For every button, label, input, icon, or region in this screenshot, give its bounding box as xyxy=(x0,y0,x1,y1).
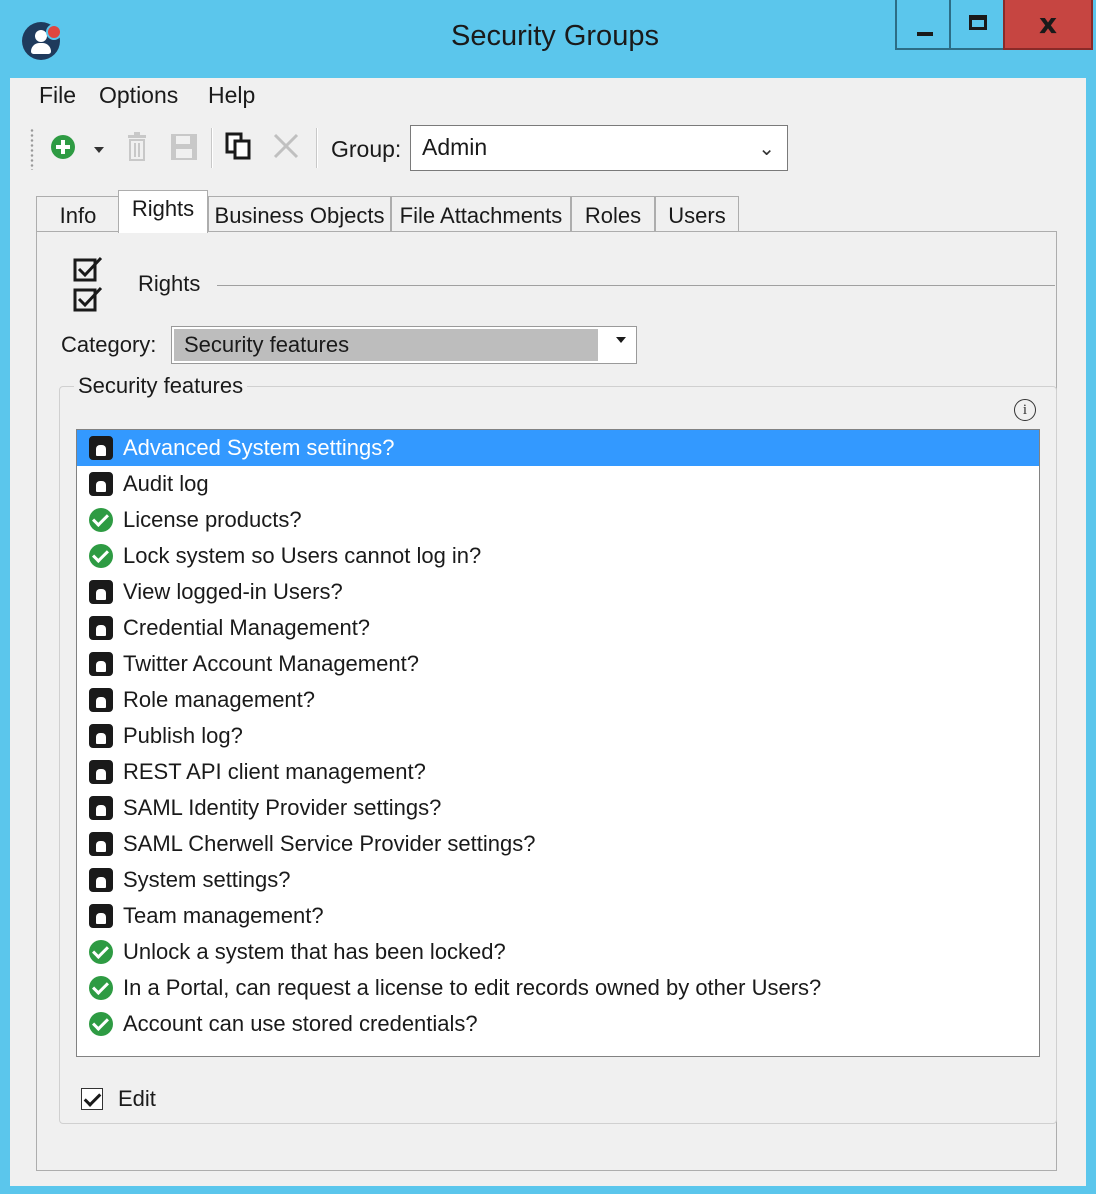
group-label: Group: xyxy=(331,136,402,162)
minimize-button[interactable] xyxy=(895,0,951,50)
feature-label: Lock system so Users cannot log in? xyxy=(123,543,482,568)
feature-label: Twitter Account Management? xyxy=(123,651,419,676)
window-client-area: File Options Help Group: Admin ⌄ Info Ri… xyxy=(10,78,1086,1186)
feature-list-item[interactable]: Twitter Account Management? xyxy=(77,646,1039,682)
toolbar-grip[interactable] xyxy=(30,128,34,170)
check-circle-icon xyxy=(89,976,113,1000)
save-icon[interactable] xyxy=(171,134,197,165)
lock-icon xyxy=(89,616,113,640)
feature-list-item[interactable]: Advanced System settings? xyxy=(77,430,1039,466)
close-icon: x xyxy=(1038,7,1058,40)
lock-icon xyxy=(89,436,113,460)
category-label: Category: xyxy=(61,332,157,357)
tab-rights[interactable]: Rights xyxy=(118,190,208,233)
dropdown-arrow-icon[interactable] xyxy=(94,142,104,160)
menu-help[interactable]: Help xyxy=(208,82,255,109)
lock-icon xyxy=(89,760,113,784)
category-select-value: Security features xyxy=(174,329,598,361)
feature-label: REST API client management? xyxy=(123,759,426,784)
check-circle-icon xyxy=(89,940,113,964)
feature-list-item[interactable]: Unlock a system that has been locked? xyxy=(77,934,1039,970)
feature-list-item[interactable]: SAML Cherwell Service Provider settings? xyxy=(77,826,1039,862)
feature-label: In a Portal, can request a license to ed… xyxy=(123,975,822,1000)
feature-label: SAML Identity Provider settings? xyxy=(123,795,442,820)
feature-label: Advanced System settings? xyxy=(123,435,395,460)
info-icon[interactable]: i xyxy=(1014,399,1036,421)
lock-icon xyxy=(89,832,113,856)
add-icon[interactable] xyxy=(50,134,76,165)
check-circle-icon xyxy=(89,508,113,532)
feature-label: View logged-in Users? xyxy=(123,579,343,604)
cancel-icon[interactable] xyxy=(273,133,299,164)
menu-options[interactable]: Options xyxy=(99,82,178,109)
feature-list-item[interactable]: Lock system so Users cannot log in? xyxy=(77,538,1039,574)
security-features-group: Security features i Advanced System sett… xyxy=(59,373,1057,1124)
lock-icon xyxy=(89,868,113,892)
rights-header: Rights xyxy=(37,232,1058,312)
check-circle-icon xyxy=(89,1012,113,1036)
category-select[interactable]: Security features xyxy=(171,326,637,364)
feature-label: Team management? xyxy=(123,903,324,928)
feature-list-item[interactable]: In a Portal, can request a license to ed… xyxy=(77,970,1039,1006)
feature-label: Account can use stored credentials? xyxy=(123,1011,478,1036)
feature-list-item[interactable]: SAML Identity Provider settings? xyxy=(77,790,1039,826)
lock-icon xyxy=(89,688,113,712)
tab-users[interactable]: Users xyxy=(655,196,739,232)
feature-list-item[interactable]: License products? xyxy=(77,502,1039,538)
tab-strip: Info Rights Business Objects File Attach… xyxy=(36,190,1086,233)
feature-list-item[interactable]: Publish log? xyxy=(77,718,1039,754)
feature-label: System settings? xyxy=(123,867,291,892)
toolbar: Group: Admin ⌄ xyxy=(10,122,1086,178)
copy-icon[interactable] xyxy=(225,132,253,165)
edit-checkbox-label[interactable]: Edit xyxy=(118,1086,156,1112)
feature-label: Audit log xyxy=(123,471,209,496)
maximize-icon xyxy=(969,15,987,30)
feature-list-item[interactable]: View logged-in Users? xyxy=(77,574,1039,610)
tab-business-objects[interactable]: Business Objects xyxy=(208,196,391,232)
chevron-down-icon: ⌄ xyxy=(758,138,775,160)
feature-label: License products? xyxy=(123,507,302,532)
delete-icon[interactable] xyxy=(126,132,148,167)
check-circle-icon xyxy=(89,544,113,568)
close-button[interactable]: x xyxy=(1003,0,1093,50)
lock-icon xyxy=(89,580,113,604)
lock-icon xyxy=(89,724,113,748)
dropdown-arrow-icon xyxy=(616,337,626,343)
security-groups-window: Security Groups x File Options Help Grou… xyxy=(0,0,1096,1194)
tab-file-attachments[interactable]: File Attachments xyxy=(391,196,571,232)
menu-file[interactable]: File xyxy=(39,82,76,109)
feature-label: SAML Cherwell Service Provider settings? xyxy=(123,831,536,856)
feature-list-item[interactable]: Account can use stored credentials? xyxy=(77,1006,1039,1042)
security-features-list[interactable]: Advanced System settings? Audit log Licens… xyxy=(76,429,1040,1057)
lock-icon xyxy=(89,472,113,496)
lock-icon xyxy=(89,904,113,928)
maximize-button[interactable] xyxy=(949,0,1005,50)
group-select-value: Admin xyxy=(422,134,488,160)
feature-label: Unlock a system that has been locked? xyxy=(123,939,506,964)
security-features-legend: Security features xyxy=(74,373,248,399)
lock-icon xyxy=(89,652,113,676)
title-bar[interactable]: Security Groups x xyxy=(0,0,1096,78)
feature-list-item[interactable]: Audit log xyxy=(77,466,1039,502)
feature-label: Publish log? xyxy=(123,723,243,748)
lock-icon xyxy=(89,796,113,820)
tab-roles[interactable]: Roles xyxy=(571,196,655,232)
tab-info[interactable]: Info xyxy=(36,196,120,232)
feature-label: Credential Management? xyxy=(123,615,371,640)
feature-list-item[interactable]: System settings? xyxy=(77,862,1039,898)
checklist-icon xyxy=(73,254,107,319)
feature-label: Role management? xyxy=(123,687,316,712)
feature-list-item[interactable]: REST API client management? xyxy=(77,754,1039,790)
rights-section-title: Rights xyxy=(138,271,201,296)
group-select[interactable]: Admin ⌄ xyxy=(410,125,788,171)
edit-checkbox[interactable] xyxy=(81,1088,103,1110)
menu-bar: File Options Help xyxy=(10,78,1086,114)
minimize-icon xyxy=(917,32,933,36)
rights-tab-panel: Rights Category: Security features Secur… xyxy=(36,231,1057,1171)
rights-divider xyxy=(217,285,1055,286)
feature-list-item[interactable]: Credential Management? xyxy=(77,610,1039,646)
feature-list-item[interactable]: Team management? xyxy=(77,898,1039,934)
feature-list-item[interactable]: Role management? xyxy=(77,682,1039,718)
